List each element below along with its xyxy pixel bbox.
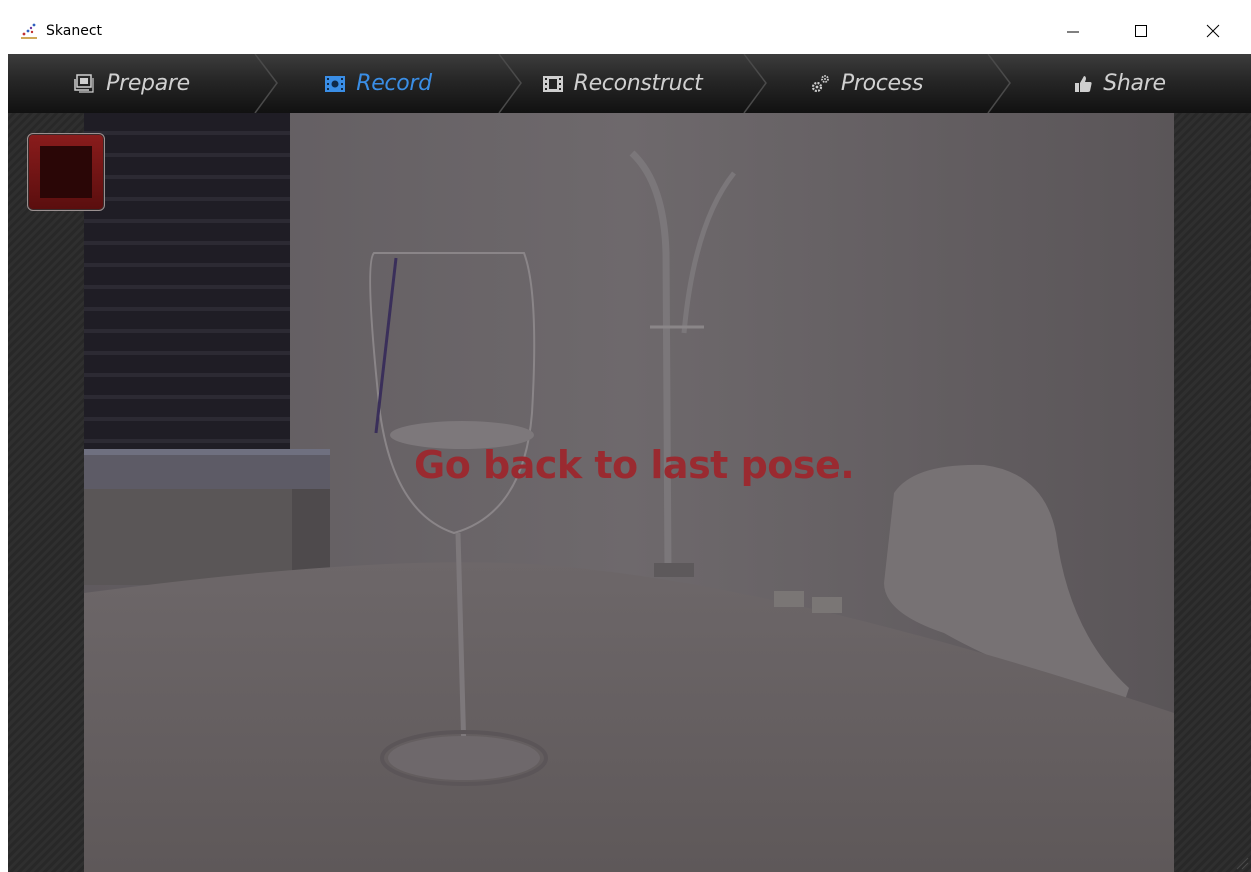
stop-icon	[40, 146, 92, 198]
maximize-icon	[1135, 25, 1147, 37]
tab-share[interactable]: Share	[988, 54, 1251, 113]
tab-share-label: Share	[1103, 71, 1166, 96]
tab-reconstruct-label: Reconstruct	[573, 71, 703, 96]
thumbs-up-icon	[1075, 75, 1092, 92]
tab-record[interactable]: Record	[256, 54, 500, 113]
status-message: Go back to last pose.	[414, 443, 855, 487]
gears-icon	[811, 74, 829, 92]
minimize-icon	[1067, 31, 1079, 33]
minimize-button[interactable]	[1050, 12, 1096, 50]
skanect-logo-icon	[21, 23, 37, 39]
camera-preview: Go back to last pose.	[84, 113, 1174, 872]
tab-reconstruct[interactable]: Reconstruct	[500, 54, 744, 113]
close-button[interactable]	[1190, 12, 1236, 50]
tab-prepare[interactable]: Prepare	[8, 54, 256, 113]
close-icon	[1206, 24, 1220, 38]
film-icon	[542, 75, 563, 92]
left-sidebar	[8, 113, 84, 872]
skanect-window: Skanect Prepare Record Reconstruct Proce…	[0, 0, 1251, 872]
tab-process-label: Process	[840, 71, 924, 96]
camera-frame-image	[84, 113, 1174, 872]
record-panel: Go back to last pose.	[8, 113, 1251, 872]
stop-recording-button[interactable]	[27, 133, 105, 211]
resize-grip-icon[interactable]	[1233, 854, 1249, 870]
tab-record-label: Record	[356, 71, 432, 96]
workflow-tab-bar: Prepare Record Reconstruct Process Share	[8, 54, 1251, 114]
maximize-button[interactable]	[1118, 12, 1164, 50]
window-title: Skanect	[46, 23, 102, 39]
tab-prepare-label: Prepare	[106, 71, 190, 96]
tab-process[interactable]: Process	[744, 54, 988, 113]
images-icon	[74, 73, 94, 93]
title-bar: Skanect	[0, 0, 1251, 54]
right-sidebar	[1174, 113, 1251, 872]
film-record-icon	[325, 75, 346, 92]
